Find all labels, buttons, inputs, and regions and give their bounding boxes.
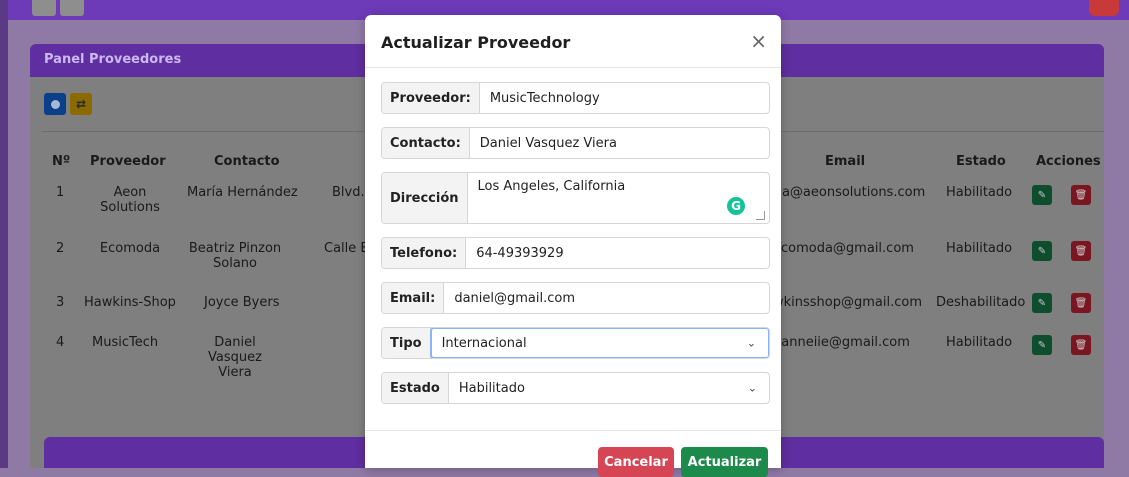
- row3-edit-button[interactable]: ✎: [1032, 293, 1052, 313]
- proveedor-label: Proveedor:: [382, 83, 480, 113]
- email-input[interactable]: daniel@gmail.com: [444, 283, 769, 313]
- direccion-textarea[interactable]: Los Angeles, California G: [468, 173, 769, 223]
- modal-title: Actualizar Proveedor: [381, 33, 571, 52]
- panel-title: Panel Proveedores: [44, 52, 182, 67]
- swap-icon: ⇄: [75, 97, 87, 111]
- row1-number: 1: [56, 185, 65, 200]
- contacto-field-group: Contacto: Daniel Vasquez Viera: [381, 127, 770, 159]
- edit-icon: ✎: [1037, 245, 1047, 257]
- row3-proveedor: Hawkins-Shop: [84, 295, 176, 310]
- row3-number: 3: [56, 295, 65, 310]
- row1-direccion: Blvd.: [332, 185, 365, 200]
- toolbar-button-2[interactable]: [60, 0, 84, 16]
- modal-header-divider: [365, 67, 781, 68]
- toolbar-button-1[interactable]: [32, 0, 56, 16]
- edit-icon: ✎: [1037, 189, 1047, 201]
- trash-icon: 🗑: [1074, 297, 1088, 309]
- chevron-down-icon: ⌄: [746, 336, 756, 350]
- plus-icon: [50, 99, 60, 109]
- tipo-field-group: Tipo Internacional ⌄: [381, 327, 770, 359]
- add-provider-button[interactable]: [44, 93, 66, 115]
- tipo-value: Internacional: [441, 335, 527, 351]
- trash-icon: 🗑: [1074, 189, 1088, 201]
- telefono-input[interactable]: 64-49393929: [466, 238, 769, 268]
- toolbar-red-button[interactable]: [1089, 0, 1119, 16]
- row4-email: danneiie@gmail.com: [773, 335, 910, 350]
- row4-number: 4: [56, 335, 65, 350]
- contacto-input[interactable]: Daniel Vasquez Viera: [470, 128, 769, 158]
- header-number: Nº: [52, 154, 71, 169]
- header-contacto: Contacto: [214, 154, 280, 169]
- header-estado: Estado: [956, 154, 1006, 169]
- row2-number: 2: [56, 241, 65, 256]
- cancel-button[interactable]: Cancelar: [598, 447, 674, 477]
- estado-value: Habilitado: [458, 380, 525, 396]
- update-provider-modal: Actualizar Proveedor × Proveedor: MusicT…: [365, 15, 781, 477]
- estado-label: Estado: [382, 373, 449, 403]
- row3-email: wkinsshop@gmail.com: [773, 295, 923, 310]
- row2-contacto: Beatriz Pinzon Solano: [188, 241, 282, 271]
- row2-delete-button[interactable]: 🗑: [1071, 241, 1091, 261]
- row2-email: ecomoda@gmail.com: [773, 241, 914, 256]
- telefono-field-group: Telefono: 64-49393929: [381, 237, 770, 269]
- trash-icon: 🗑: [1074, 339, 1088, 351]
- row2-edit-button[interactable]: ✎: [1032, 241, 1052, 261]
- row4-delete-button[interactable]: 🗑: [1071, 335, 1091, 355]
- row1-estado: Habilitado: [946, 185, 1013, 200]
- email-label: Email:: [382, 283, 445, 313]
- proveedor-field-group: Proveedor: MusicTechnology: [381, 82, 770, 114]
- row1-proveedor: Aeon Solutions: [100, 185, 160, 215]
- contacto-label: Contacto:: [382, 128, 470, 158]
- left-edge: [0, 0, 8, 468]
- proveedor-input[interactable]: MusicTechnology: [480, 83, 769, 113]
- header-proveedor: Proveedor: [90, 154, 166, 169]
- direccion-field-group: Dirección Los Angeles, California G: [381, 172, 770, 224]
- update-button[interactable]: Actualizar: [681, 447, 768, 477]
- header-email: Email: [825, 154, 866, 169]
- row4-contacto: Daniel Vasquez Viera: [208, 335, 262, 380]
- row1-email: ria@aeonsolutions.com: [773, 185, 926, 200]
- estado-field-group: Estado Habilitado ⌄: [381, 372, 770, 404]
- row1-delete-button[interactable]: 🗑: [1071, 185, 1091, 205]
- estado-select[interactable]: Habilitado ⌄: [449, 373, 769, 403]
- row1-edit-button[interactable]: ✎: [1032, 185, 1052, 205]
- edit-icon: ✎: [1037, 297, 1047, 309]
- refresh-button[interactable]: ⇄: [70, 93, 92, 115]
- row3-estado: Deshabilitado: [936, 295, 1026, 310]
- row3-delete-button[interactable]: 🗑: [1071, 293, 1091, 313]
- close-icon[interactable]: ×: [750, 29, 767, 53]
- grammarly-icon[interactable]: G: [727, 197, 745, 215]
- telefono-label: Telefono:: [382, 238, 467, 268]
- row4-proveedor: MusicTech: [92, 335, 159, 350]
- tipo-label: Tipo: [382, 328, 431, 358]
- modal-footer-divider: [365, 430, 781, 431]
- row2-direccion: Calle B: [324, 241, 370, 256]
- tipo-select[interactable]: Internacional ⌄: [429, 328, 769, 358]
- direccion-value: Los Angeles, California: [477, 179, 626, 194]
- resize-handle[interactable]: [756, 211, 765, 220]
- row4-estado: Habilitado: [946, 335, 1013, 350]
- row2-proveedor: Ecomoda: [99, 241, 161, 256]
- edit-icon: ✎: [1037, 339, 1047, 351]
- direccion-label: Dirección: [382, 173, 468, 223]
- row3-contacto: Joyce Byers: [204, 295, 280, 310]
- row1-contacto: María Hernández: [187, 185, 298, 200]
- trash-icon: 🗑: [1074, 245, 1088, 257]
- header-acciones: Acciones: [1036, 154, 1101, 169]
- chevron-down-icon: ⌄: [747, 381, 757, 395]
- email-field-group: Email: daniel@gmail.com: [381, 282, 770, 314]
- row2-estado: Habilitado: [946, 241, 1013, 256]
- row4-edit-button[interactable]: ✎: [1032, 335, 1052, 355]
